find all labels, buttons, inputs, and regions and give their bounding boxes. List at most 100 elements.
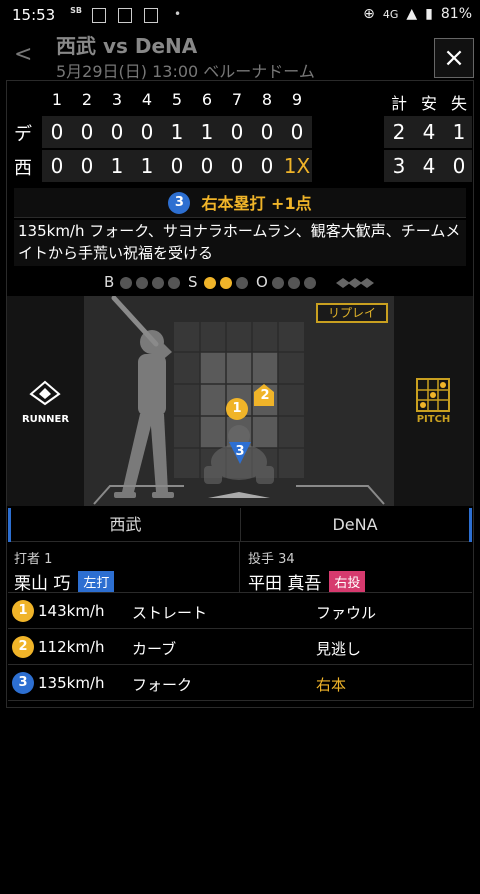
balls-label: B	[104, 273, 115, 291]
score-row: 0 0 1 1 0 0 0 0 1X	[42, 150, 312, 182]
game-info: 5月29日(日) 13:00 ベルーナドーム	[56, 62, 315, 81]
news-notification-icon	[92, 8, 106, 23]
score-cell: 0	[260, 120, 274, 144]
score-cell: 0	[80, 154, 94, 178]
out-dot	[288, 277, 300, 289]
pitch-grid-icon	[416, 378, 450, 412]
score-cell: 1X	[283, 154, 311, 178]
score-cell: 0	[110, 120, 124, 144]
strikes-label: S	[188, 273, 198, 291]
strike-dot	[236, 277, 248, 289]
pitcher-info: 投手 34 平田 真吾 右投	[248, 548, 366, 594]
inning-header: 6	[201, 90, 213, 109]
ball-count: B S O	[0, 272, 480, 294]
pitch-speed: 135km/h	[38, 674, 105, 692]
battery-level: 81%	[440, 6, 472, 22]
pitch-number-badge: 1	[12, 600, 34, 622]
play-description: 135km/h フォーク、サヨナラホームラン、観客大歓声、チームメイトから手荒い…	[14, 220, 466, 266]
totals-cell: 4	[422, 154, 436, 178]
page-title: 西武 vs DeNA	[56, 34, 198, 58]
network-label: 4G	[382, 7, 399, 21]
bases-icon	[336, 278, 374, 288]
inning-header: 1	[51, 90, 63, 109]
pitch-marker-3: 3	[235, 444, 245, 459]
batter-hand-badge: 左打	[78, 571, 115, 592]
ball-dot	[152, 277, 164, 289]
out-dot	[272, 277, 284, 289]
replay-button[interactable]: リプレイ	[316, 303, 388, 323]
totals-cell: 2	[392, 120, 406, 144]
inning-header: 5	[171, 90, 183, 109]
pitch-speed: 143km/h	[38, 602, 105, 620]
totals-header: 失	[450, 94, 467, 113]
play-result: 3 右本塁打 +1点	[14, 188, 466, 218]
score-cell: 0	[200, 154, 214, 178]
inning-header: 7	[231, 90, 243, 109]
team-label: デ	[14, 124, 32, 145]
totals-cell: 0	[452, 154, 466, 178]
team-label: 西	[14, 158, 32, 179]
pitch-number-badge: 2	[12, 636, 34, 658]
strike-zone-view: 1 2 3	[84, 296, 394, 506]
score-cell: 0	[80, 120, 94, 144]
inning-header: 2	[81, 90, 93, 109]
inning-header: 3	[111, 90, 123, 109]
pitcher-hand-badge: 右投	[329, 571, 366, 592]
runner-panel[interactable]: RUNNER	[7, 296, 84, 506]
tab-dena[interactable]: DeNA	[240, 508, 472, 542]
pitch-row: 3 135km/h フォーク 右本	[8, 664, 472, 701]
pitch-speed: 112km/h	[38, 638, 105, 656]
pitcher-name[interactable]: 平田 真吾	[248, 574, 321, 594]
score-cell: 0	[140, 120, 154, 144]
pitch-result: 見逃し	[316, 640, 362, 658]
inning-header: 8	[261, 90, 273, 109]
more-notifications-icon: •	[174, 7, 182, 21]
status-bar: 15:53 SB • ⊕ 4G ▲ ▮ 81%	[0, 0, 480, 30]
out-dot	[304, 277, 316, 289]
score-cell: 1	[170, 120, 184, 144]
score-cell: 0	[50, 120, 64, 144]
totals-header: 安	[420, 94, 437, 113]
batter-name[interactable]: 栗山 巧	[14, 574, 70, 594]
team-tabs: 西武 DeNA	[8, 508, 472, 542]
score-cell: 0	[50, 154, 64, 178]
tab-seibu[interactable]: 西武	[8, 508, 240, 542]
score-row: 000011000	[42, 116, 312, 148]
pitch-type: カーブ	[132, 640, 177, 658]
app-notification-icon: SB	[70, 6, 82, 15]
pitch-panel[interactable]: PITCH	[394, 296, 473, 506]
battery-icon: ▮	[425, 6, 433, 22]
close-button[interactable]: ×	[434, 38, 474, 78]
data-saver-icon: ⊕	[363, 6, 375, 22]
totals-cell: 1	[452, 120, 466, 144]
score-cell: 0	[230, 154, 244, 178]
score-cell: 1	[110, 154, 124, 178]
header: < 西武 vs DeNA 5月29日(日) 13:00 ベルーナドーム ×	[0, 30, 480, 81]
pitch-marker-2: 2	[260, 388, 270, 403]
pitch-type: ストレート	[132, 604, 208, 622]
score-cell: 0	[290, 120, 304, 144]
pitch-type: フォーク	[132, 676, 193, 694]
pitcher-role: 投手 34	[248, 552, 295, 567]
play-result-text: 右本塁打 +1点	[201, 193, 312, 213]
back-icon[interactable]: <	[14, 42, 32, 67]
play-pitch-badge: 3	[168, 192, 191, 214]
pitch-list: 1 143km/h ストレート ファウル 2 112km/h カーブ 見逃し 3…	[8, 592, 472, 701]
pitch-result: 右本	[316, 676, 347, 694]
signal-icon: ▲	[406, 6, 418, 22]
inning-header: 9	[291, 90, 303, 109]
calendar-notification-icon	[118, 8, 132, 23]
pitch-number-badge: 3	[12, 672, 34, 694]
player-divider	[239, 542, 240, 592]
ball-dot	[120, 277, 132, 289]
diamond-icon	[29, 380, 61, 406]
totals-row: 241	[384, 116, 472, 148]
score-cell: 1	[200, 120, 214, 144]
ball-dot	[136, 277, 148, 289]
strike-dot	[204, 277, 216, 289]
pitch-marker-1: 1	[226, 398, 248, 420]
status-time: 15:53	[12, 6, 56, 24]
pitch-result: ファウル	[316, 604, 377, 622]
news2-notification-icon	[144, 8, 158, 23]
ball-dot	[168, 277, 180, 289]
